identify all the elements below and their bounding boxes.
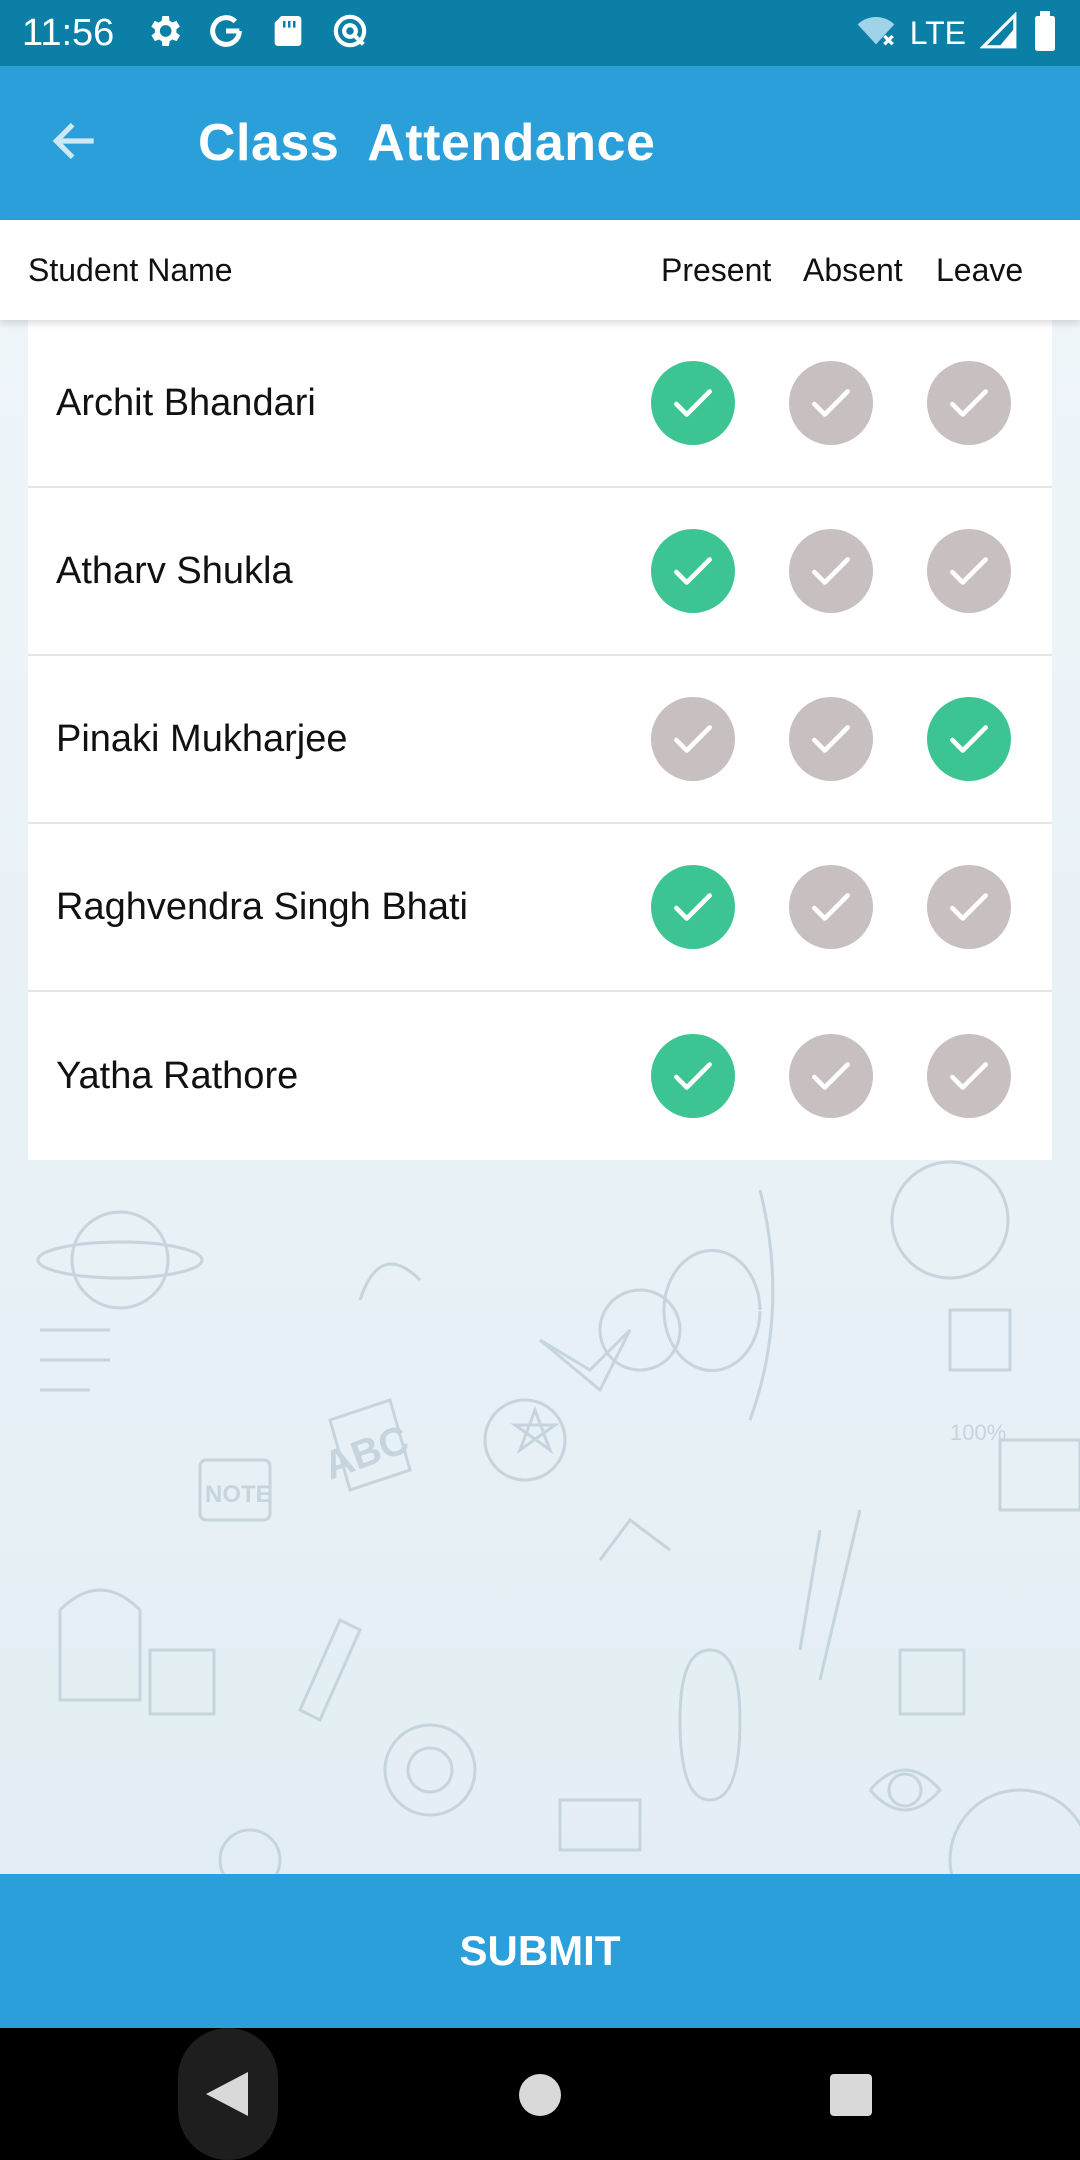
check-icon [950, 389, 988, 417]
check-icon [812, 893, 850, 921]
check-icon [674, 1062, 712, 1090]
svg-text:100%: 100% [950, 1420, 1006, 1445]
leave-toggle[interactable] [927, 697, 1011, 781]
present-toggle[interactable] [651, 697, 735, 781]
arrow-left-icon [47, 113, 103, 174]
navigation-bar [0, 2028, 1080, 2160]
app-bar: Class Attendance [0, 66, 1080, 220]
status-right: LTE [856, 10, 1058, 56]
student-row: Yatha Rathore [28, 992, 1052, 1160]
data-saver-icon [330, 11, 370, 56]
student-name: Yatha Rathore [56, 1054, 299, 1097]
network-type: LTE [909, 14, 966, 51]
leave-toggle[interactable] [927, 865, 1011, 949]
check-icon [950, 557, 988, 585]
nav-back-button[interactable] [178, 2028, 278, 2160]
google-icon [206, 11, 246, 56]
header-present: Present [661, 251, 772, 288]
status-icons [144, 11, 370, 56]
submit-button[interactable]: SUBMIT [0, 1874, 1080, 2028]
check-icon [812, 1062, 850, 1090]
check-icon [950, 893, 988, 921]
sd-card-icon [268, 11, 308, 56]
present-toggle[interactable] [651, 865, 735, 949]
student-row: Archit Bhandari [28, 320, 1052, 488]
student-name: Raghvendra Singh Bhati [56, 885, 468, 928]
check-icon [674, 893, 712, 921]
attendance-list: Archit Bhandari Atharv Shukla Pinaki Muk… [28, 320, 1052, 1160]
battery-icon [1032, 10, 1058, 56]
header-absent: Absent [803, 251, 903, 288]
signal-icon [979, 10, 1018, 55]
absent-toggle[interactable] [789, 1034, 873, 1118]
nav-home-button[interactable] [519, 2074, 561, 2116]
student-row: Atharv Shukla [28, 488, 1052, 656]
header-leave: Leave [936, 251, 1024, 288]
absent-toggle[interactable] [789, 529, 873, 613]
back-button[interactable] [0, 66, 150, 220]
settings-icon [144, 11, 184, 56]
page-title: Class Attendance [198, 114, 656, 172]
status-bar: 11:56 LTE [0, 0, 1080, 66]
student-row: Pinaki Mukharjee [28, 656, 1052, 824]
check-icon [812, 557, 850, 585]
check-icon [950, 1062, 988, 1090]
svg-text:NOTE: NOTE [205, 1481, 272, 1508]
column-header: Student Name Present Absent Leave [0, 220, 1080, 320]
check-icon [674, 557, 712, 585]
absent-toggle[interactable] [789, 697, 873, 781]
absent-toggle[interactable] [789, 361, 873, 445]
status-time: 11:56 [22, 11, 115, 54]
student-row: Raghvendra Singh Bhati [28, 824, 1052, 992]
wifi-icon [856, 11, 896, 56]
present-toggle[interactable] [651, 1034, 735, 1118]
nav-back-icon [206, 2072, 248, 2116]
leave-toggle[interactable] [927, 1034, 1011, 1118]
check-icon [812, 389, 850, 417]
header-student-name: Student Name [28, 251, 233, 288]
check-icon [950, 725, 988, 753]
present-toggle[interactable] [651, 529, 735, 613]
check-icon [674, 389, 712, 417]
absent-toggle[interactable] [789, 865, 873, 949]
check-icon [812, 725, 850, 753]
leave-toggle[interactable] [927, 529, 1011, 613]
student-name: Archit Bhandari [56, 381, 316, 424]
nav-recents-button[interactable] [830, 2074, 872, 2116]
present-toggle[interactable] [651, 361, 735, 445]
student-name: Pinaki Mukharjee [56, 717, 348, 760]
student-name: Atharv Shukla [56, 549, 293, 592]
check-icon [674, 725, 712, 753]
leave-toggle[interactable] [927, 361, 1011, 445]
